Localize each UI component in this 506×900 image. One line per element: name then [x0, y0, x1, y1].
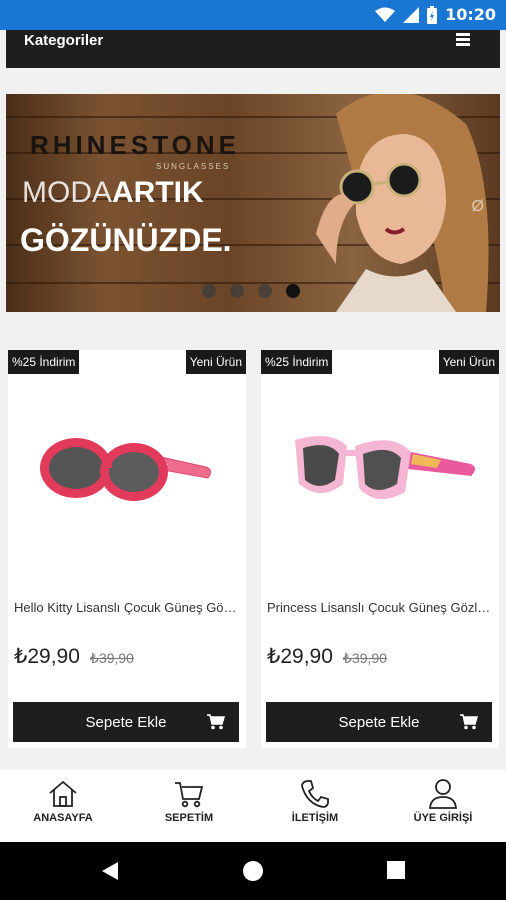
discount-badge: %25 İndirim: [8, 350, 80, 374]
nav-label-login: ÜYE GİRİŞİ: [413, 812, 473, 824]
product-old-price: ₺39,90: [343, 650, 387, 666]
banner-dot[interactable]: [230, 284, 244, 298]
discount-badge: %25 İndirim: [261, 350, 333, 374]
product-price: ₺29,90: [267, 645, 333, 668]
banner-model-image: [316, 94, 489, 312]
phone-icon: [301, 780, 329, 808]
banner-slogan-bold: ARTIK: [112, 176, 204, 209]
promo-banner[interactable]: RHINESTONE SUNGLASSES MODAARTIK GÖZÜNÜZD…: [6, 94, 500, 312]
nav-item-contact[interactable]: İLETİŞİM: [252, 778, 378, 824]
cart-icon: [207, 714, 225, 730]
banner-slogan-line2: GÖZÜNÜZDE.: [20, 222, 232, 258]
product-image[interactable]: [281, 422, 481, 522]
wifi-icon: [375, 7, 396, 22]
bottom-navigation: ANASAYFA SEPETİM İLETİŞİM ÜYE GİRİŞİ: [0, 770, 506, 842]
banner-dot-active[interactable]: [286, 284, 300, 298]
banner-slogan-thin: MODA: [22, 176, 112, 209]
new-product-badge: Yeni Ürün: [185, 350, 246, 374]
battery-icon: [427, 5, 438, 24]
nav-item-home[interactable]: ANASAYFA: [0, 778, 126, 824]
product-image[interactable]: [28, 422, 228, 522]
home-circle-icon[interactable]: [242, 860, 264, 882]
product-price: ₺29,90: [14, 645, 80, 668]
recents-icon[interactable]: [386, 860, 406, 880]
nav-item-cart[interactable]: SEPETİM: [126, 778, 252, 824]
product-card[interactable]: %25 İndirim Yeni Ürün Hello Kitty Lisans…: [8, 350, 246, 748]
new-product-badge: Yeni Ürün: [438, 350, 499, 374]
banner-next-icon[interactable]: Ø: [472, 198, 484, 216]
signal-icon: [403, 6, 420, 23]
product-old-price: ₺39,90: [90, 650, 134, 666]
nav-label-cart: SEPETİM: [164, 812, 214, 824]
home-icon: [49, 780, 77, 807]
banner-dot[interactable]: [202, 284, 216, 298]
back-icon[interactable]: [100, 860, 122, 882]
status-icons: 10:20: [375, 5, 496, 24]
category-bar-label: Kategoriler: [24, 32, 104, 49]
banner-brand-sub: SUNGLASSES: [156, 162, 231, 171]
add-to-cart-label: Sepete Ekle: [338, 713, 420, 731]
status-time: 10:20: [445, 5, 496, 24]
add-to-cart-label: Sepete Ekle: [85, 713, 167, 731]
nav-item-login[interactable]: ÜYE GİRİŞİ: [380, 778, 506, 824]
nav-label-home: ANASAYFA: [33, 812, 93, 824]
category-bar[interactable]: Kategoriler: [6, 30, 500, 68]
banner-slogan-line1: MODAARTIK: [22, 176, 204, 210]
add-to-cart-button[interactable]: Sepete Ekle: [266, 702, 492, 742]
product-name[interactable]: Hello Kitty Lisanslı Çocuk Güneş Gözlüğü: [14, 600, 242, 615]
nav-label-contact: İLETİŞİM: [291, 812, 339, 824]
add-to-cart-button[interactable]: Sepete Ekle: [13, 702, 239, 742]
user-icon: [429, 779, 457, 809]
product-card[interactable]: %25 İndirim Yeni Ürün Princess Lisanslı …: [261, 350, 499, 748]
hamburger-menu-icon[interactable]: [456, 33, 470, 48]
product-name[interactable]: Princess Lisanslı Çocuk Güneş Gözlüğü: [267, 600, 495, 615]
banner-dot[interactable]: [258, 284, 272, 298]
android-navigation-bar: [0, 842, 506, 900]
banner-pagination: [202, 284, 300, 298]
cart-icon: [175, 782, 204, 808]
status-bar: 10:20: [0, 0, 506, 30]
banner-brand: RHINESTONE: [30, 130, 240, 160]
cart-icon: [460, 714, 478, 730]
